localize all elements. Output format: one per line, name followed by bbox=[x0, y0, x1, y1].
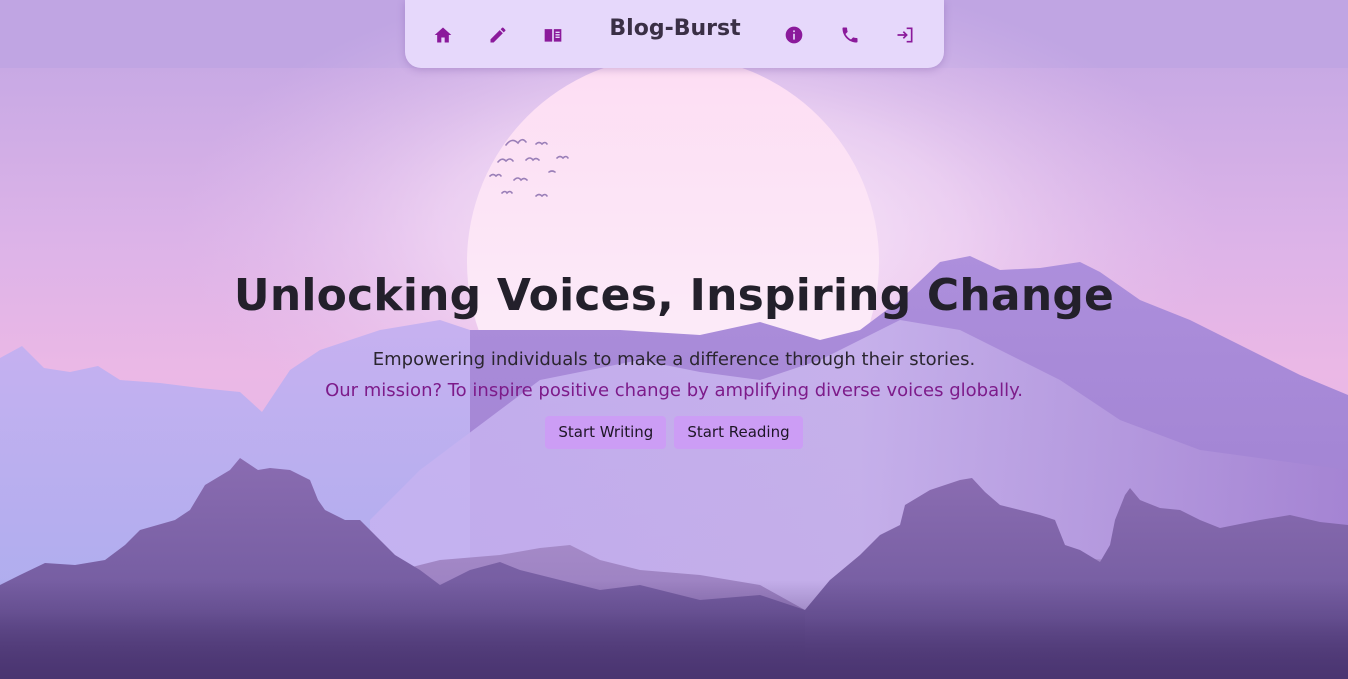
phone-icon[interactable] bbox=[837, 22, 863, 48]
hero-section: Unlocking Voices, Inspiring Change Empow… bbox=[0, 270, 1348, 449]
start-writing-button[interactable]: Start Writing bbox=[545, 416, 667, 449]
hero-headline: Unlocking Voices, Inspiring Change bbox=[233, 270, 1115, 321]
brand-title[interactable]: Blog-Burst bbox=[595, 16, 755, 41]
book-icon[interactable] bbox=[540, 22, 566, 48]
mission-statement: Our mission? To inspire positive change … bbox=[325, 380, 1023, 401]
home-icon[interactable] bbox=[430, 22, 456, 48]
info-icon[interactable] bbox=[781, 22, 807, 48]
start-reading-button[interactable]: Start Reading bbox=[674, 416, 803, 449]
top-navbar: Blog-Burst bbox=[405, 0, 944, 68]
pencil-icon[interactable] bbox=[485, 22, 511, 48]
hero-actions: Start Writing Start Reading bbox=[0, 416, 1348, 449]
login-icon[interactable] bbox=[892, 22, 918, 48]
hero-subline: Empowering individuals to make a differe… bbox=[372, 349, 976, 370]
